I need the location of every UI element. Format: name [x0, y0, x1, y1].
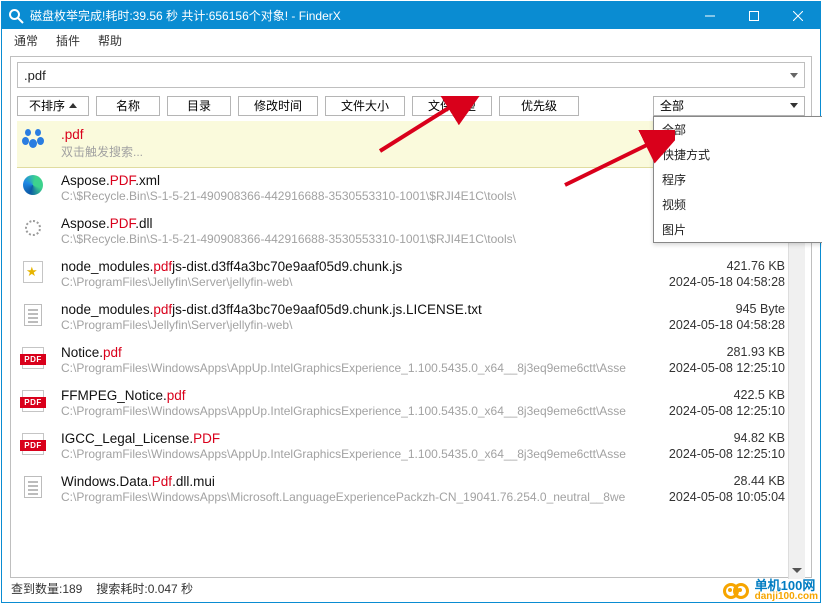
filter-opt-program[interactable]: 程序	[654, 167, 822, 192]
column-header: 不排序 名称 目录 修改时间 文件大小 文件类型 优先级 全部 全部 快捷方式 …	[17, 95, 805, 116]
menubar: 通常 插件 帮助	[2, 29, 820, 52]
file-path: C:\ProgramFiles\WindowsApps\AppUp.IntelG…	[61, 447, 627, 461]
file-size: 94.82 KB	[627, 431, 785, 445]
watermark: 单机100网danji100.com	[723, 579, 818, 602]
file-name: FFMPEG_Notice.pdf	[61, 388, 627, 403]
list-item[interactable]: Windows.Data.Pdf.dll.muiC:\ProgramFiles\…	[17, 468, 805, 511]
list-item[interactable]: PDF IGCC_Legal_License.PDFC:\ProgramFile…	[17, 425, 805, 468]
file-path: C:\ProgramFiles\WindowsApps\AppUp.IntelG…	[61, 404, 627, 418]
app-icon	[8, 8, 24, 24]
baidu-icon	[22, 129, 44, 151]
list-item[interactable]: PDF FFMPEG_Notice.pdfC:\ProgramFiles\Win…	[17, 382, 805, 425]
file-name: Aspose.PDF.dll	[61, 216, 627, 231]
file-date: 2024-05-08 12:25:10	[627, 447, 785, 461]
close-button[interactable]	[776, 2, 820, 29]
minimize-button[interactable]	[688, 2, 732, 29]
filter-selected: 全部	[660, 97, 684, 114]
menu-plugins[interactable]: 插件	[50, 30, 86, 51]
file-name: Notice.pdf	[61, 345, 627, 360]
file-size: 945 Byte	[627, 302, 785, 316]
file-name: node_modules.pdfjs-dist.d3ff4a3bc70e9aaf…	[61, 302, 627, 317]
js-icon	[23, 261, 43, 283]
file-size: 281.93 KB	[627, 345, 785, 359]
file-name: node_modules.pdfjs-dist.d3ff4a3bc70e9aaf…	[61, 259, 627, 274]
file-name: IGCC_Legal_License.PDF	[61, 431, 627, 446]
txt-icon	[24, 304, 42, 326]
col-dir[interactable]: 目录	[167, 96, 231, 116]
file-path: C:\$Recycle.Bin\S-1-5-21-490908366-44291…	[61, 189, 627, 203]
titlebar[interactable]: 磁盘枚举完成!耗时:39.56 秒 共计:656156个对象! - Finder…	[2, 2, 820, 29]
filter-opt-shortcut[interactable]: 快捷方式	[654, 142, 822, 167]
menu-common[interactable]: 通常	[8, 30, 44, 51]
col-mtime[interactable]: 修改时间	[238, 96, 318, 116]
search-dropdown-icon[interactable]	[790, 73, 798, 78]
menu-help[interactable]: 帮助	[92, 30, 128, 51]
file-path: C:\$Recycle.Bin\S-1-5-21-490908366-44291…	[61, 232, 627, 246]
filter-opt-all[interactable]: 全部	[654, 117, 822, 142]
col-name[interactable]: 名称	[96, 96, 160, 116]
mui-icon	[24, 476, 42, 498]
dropdown-icon	[790, 103, 798, 108]
list-item[interactable]: node_modules.pdfjs-dist.d3ff4a3bc70e9aaf…	[17, 253, 805, 296]
status-bar: 查到数量:189 搜索耗时:0.047 秒	[11, 579, 811, 597]
window-title: 磁盘枚举完成!耗时:39.56 秒 共计:656156个对象! - Finder…	[30, 7, 688, 24]
file-size: 28.44 KB	[627, 474, 785, 488]
file-date: 2024-05-08 12:25:10	[627, 361, 785, 375]
file-date: 2024-05-08 12:25:10	[627, 404, 785, 418]
dll-icon	[23, 218, 43, 238]
file-path: C:\ProgramFiles\WindowsApps\Microsoft.La…	[61, 490, 627, 504]
col-size[interactable]: 文件大小	[325, 96, 405, 116]
filter-opt-image[interactable]: 图片	[654, 217, 822, 242]
file-date: 2024-05-18 04:58:28	[627, 318, 785, 332]
filter-dropdown-list: 全部 快捷方式 程序 视频 图片	[653, 116, 822, 243]
search-input[interactable]: .pdf	[17, 62, 805, 88]
file-date: 2024-05-18 04:58:28	[627, 275, 785, 289]
pdf-icon: PDF	[22, 433, 44, 455]
scroll-down-icon[interactable]	[789, 562, 805, 579]
filter-dropdown[interactable]: 全部 全部 快捷方式 程序 视频 图片	[653, 96, 805, 116]
sort-arrow-icon	[69, 103, 77, 108]
pdf-icon: PDF	[22, 390, 44, 412]
status-count: 查到数量:189	[11, 580, 82, 597]
pdf-icon: PDF	[22, 347, 44, 369]
file-path: C:\ProgramFiles\Jellyfin\Server\jellyfin…	[61, 275, 627, 289]
status-time: 搜索耗时:0.047 秒	[96, 580, 193, 597]
edge-icon	[23, 175, 43, 195]
list-item[interactable]: PDF Notice.pdfC:\ProgramFiles\WindowsApp…	[17, 339, 805, 382]
col-sort[interactable]: 不排序	[17, 96, 89, 116]
maximize-button[interactable]	[732, 2, 776, 29]
file-name: Windows.Data.Pdf.dll.mui	[61, 474, 627, 489]
list-item[interactable]: node_modules.pdfjs-dist.d3ff4a3bc70e9aaf…	[17, 296, 805, 339]
file-name: Aspose.PDF.xml	[61, 173, 627, 188]
filter-opt-video[interactable]: 视频	[654, 192, 822, 217]
file-size: 421.76 KB	[627, 259, 785, 273]
file-date: 2024-05-08 10:05:04	[627, 490, 785, 504]
file-size: 422.5 KB	[627, 388, 785, 402]
search-text: .pdf	[24, 68, 790, 83]
file-path: C:\ProgramFiles\WindowsApps\AppUp.IntelG…	[61, 361, 627, 375]
col-priority[interactable]: 优先级	[499, 96, 579, 116]
col-type[interactable]: 文件类型	[412, 96, 492, 116]
file-path: C:\ProgramFiles\Jellyfin\Server\jellyfin…	[61, 318, 627, 332]
